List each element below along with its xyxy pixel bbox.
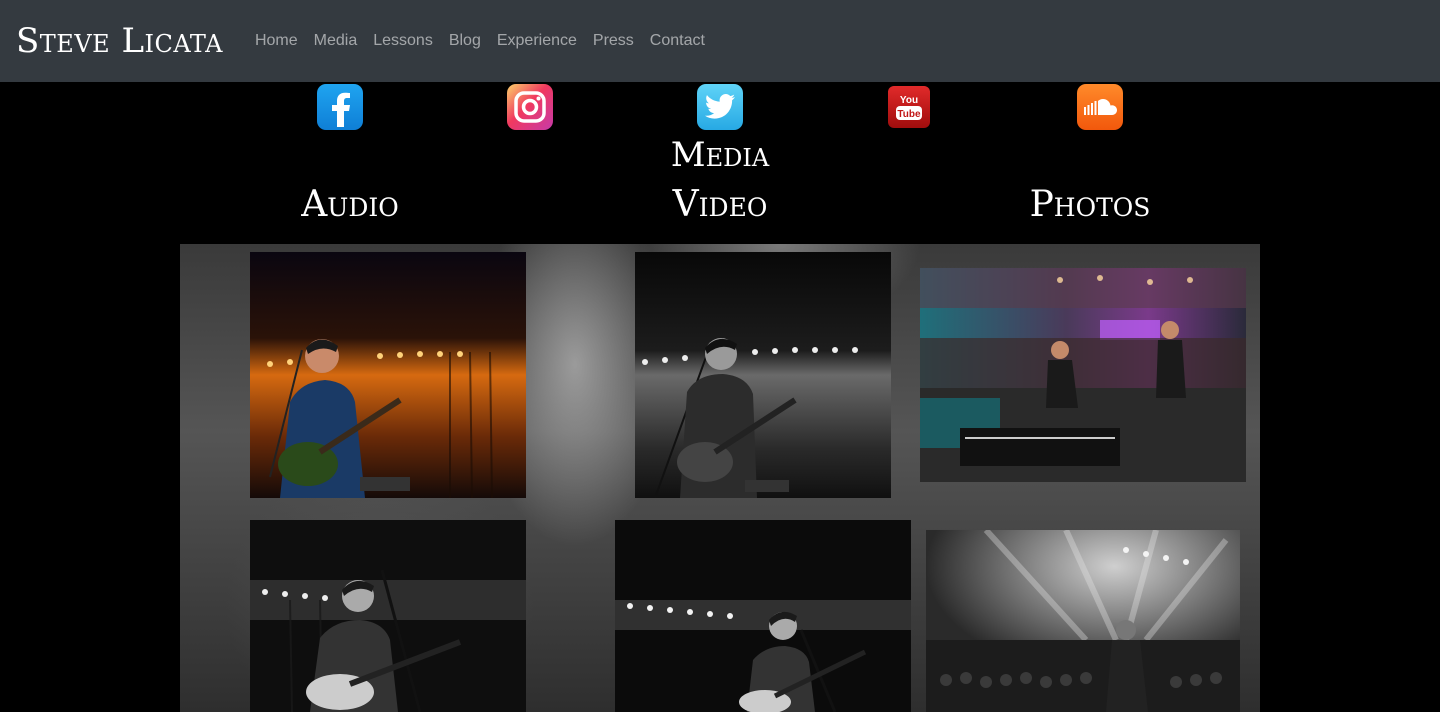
guitarist-bw-photo[interactable] — [635, 252, 891, 498]
photos-section-link[interactable]: Photos — [940, 184, 1240, 225]
twitter-icon[interactable] — [697, 84, 743, 130]
facebook-icon[interactable] — [317, 84, 363, 130]
nav-link-media[interactable]: Media — [306, 32, 366, 50]
guitarist-color-photo[interactable] — [250, 252, 526, 498]
video-section-link[interactable]: Video — [570, 184, 870, 225]
youtube-icon[interactable]: You Tube — [888, 86, 930, 128]
nav-link-home[interactable]: Home — [247, 32, 306, 50]
brand-logo-link[interactable]: Steve Licata — [16, 21, 223, 61]
concert-crowd-bw-photo[interactable] — [926, 530, 1240, 712]
concert-stage-photo[interactable] — [920, 268, 1246, 482]
guitarist-bw-photo-2[interactable] — [250, 520, 526, 712]
soundcloud-icon[interactable] — [1077, 84, 1123, 130]
svg-text:You: You — [900, 95, 918, 106]
nav-link-blog[interactable]: Blog — [441, 32, 489, 50]
nav-link-lessons[interactable]: Lessons — [365, 32, 441, 50]
instagram-icon[interactable] — [507, 84, 553, 130]
page-title: Media — [670, 135, 770, 175]
audio-section-link[interactable]: Audio — [200, 184, 500, 225]
nav-link-press[interactable]: Press — [585, 32, 642, 50]
navbar: Steve Licata Home Media Lessons Blog Exp… — [0, 0, 1440, 82]
media-section-headings: Audio Video Photos — [0, 176, 1440, 244]
nav-links: Home Media Lessons Blog Experience Press… — [247, 32, 713, 50]
media-photo-collage — [180, 244, 1260, 712]
nav-link-experience[interactable]: Experience — [489, 32, 585, 50]
nav-link-contact[interactable]: Contact — [642, 32, 713, 50]
guitarist-bw-photo-3[interactable] — [615, 520, 911, 712]
svg-text:Tube: Tube — [897, 109, 921, 120]
social-links: You Tube — [0, 82, 1440, 134]
